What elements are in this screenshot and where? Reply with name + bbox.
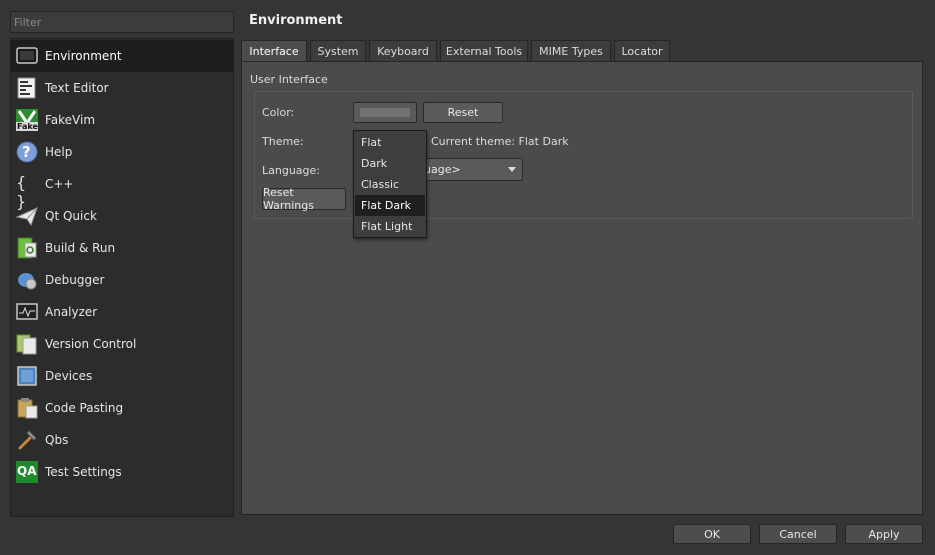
sidebar-item-label: Environment	[45, 49, 122, 63]
sidebar-item-version-control[interactable]: Version Control	[11, 328, 233, 360]
sidebar-item-fakevim[interactable]: Fake FakeVim	[11, 104, 233, 136]
chevron-down-icon	[508, 167, 516, 172]
tab-interface[interactable]: Interface	[241, 40, 307, 62]
debugger-icon	[16, 269, 38, 291]
sidebar-item-devices[interactable]: Devices	[11, 360, 233, 392]
color-picker-button[interactable]	[353, 102, 417, 123]
page-title: Environment	[249, 13, 343, 28]
sidebar-item-label: Qt Quick	[45, 209, 97, 223]
theme-label: Theme:	[262, 135, 304, 148]
build-run-icon	[16, 237, 38, 259]
theme-option-flat-light[interactable]: Flat Light	[355, 216, 425, 237]
tab-system[interactable]: System	[310, 40, 366, 62]
theme-option-flat-dark[interactable]: Flat Dark	[355, 195, 425, 216]
sidebar-item-cpp[interactable]: { } C++	[11, 168, 233, 211]
language-select-value: uage>	[424, 163, 461, 176]
ok-button[interactable]: OK	[673, 524, 751, 544]
filter-input[interactable]	[10, 11, 234, 33]
current-theme-text: Current theme: Flat Dark	[431, 135, 569, 148]
sidebar-item-label: C++	[45, 177, 74, 191]
sidebar-item-environment[interactable]: Environment	[11, 40, 233, 72]
theme-option-classic[interactable]: Classic	[355, 174, 425, 195]
sidebar-item-label: FakeVim	[45, 113, 96, 127]
sidebar-item-label: Version Control	[45, 337, 137, 351]
analyzer-icon	[16, 301, 38, 323]
hammer-icon	[16, 429, 38, 451]
code-pasting-icon	[16, 397, 38, 419]
sidebar-item-label: Devices	[45, 369, 93, 383]
sidebar-item-label: Code Pasting	[45, 401, 124, 415]
tab-keyboard[interactable]: Keyboard	[369, 40, 437, 62]
theme-option-flat[interactable]: Flat	[355, 132, 425, 153]
sidebar-item-label: Analyzer	[45, 305, 98, 319]
help-icon: ?	[16, 141, 38, 163]
qa-icon: QA	[16, 461, 38, 483]
devices-icon	[16, 365, 38, 387]
tab-external-tools[interactable]: External Tools	[440, 40, 528, 62]
group-title: User Interface	[250, 73, 328, 86]
category-sidebar: Environment Text Editor Fake FakeVim ? H…	[10, 38, 234, 517]
theme-dropdown-list: Flat Dark Classic Flat Dark Flat Light	[353, 130, 427, 238]
sidebar-item-label: Test Settings	[45, 465, 122, 479]
color-preview	[360, 108, 410, 117]
sidebar-item-help[interactable]: ? Help	[11, 136, 233, 168]
reset-color-button[interactable]: Reset	[423, 102, 503, 123]
sidebar-item-label: Help	[45, 145, 73, 159]
sidebar-item-text-editor[interactable]: Text Editor	[11, 72, 233, 104]
sidebar-item-qt-quick[interactable]: Qt Quick	[11, 200, 233, 232]
tab-mime-types[interactable]: MIME Types	[531, 40, 611, 62]
fakevim-icon: Fake	[16, 109, 38, 131]
sidebar-item-label: Debugger	[45, 273, 105, 287]
sidebar-item-build-run[interactable]: Build & Run	[11, 232, 233, 264]
language-select[interactable]: uage>	[421, 158, 523, 181]
sidebar-item-qbs[interactable]: Qbs	[11, 424, 233, 456]
sidebar-item-analyzer[interactable]: Analyzer	[11, 296, 233, 328]
version-control-icon	[16, 333, 38, 355]
paper-plane-icon	[15, 205, 38, 227]
reset-warnings-button[interactable]: Reset Warnings	[262, 186, 346, 212]
sidebar-item-code-pasting[interactable]: Code Pasting	[11, 392, 233, 424]
apply-button[interactable]: Apply	[845, 524, 923, 544]
sidebar-item-test-settings[interactable]: QA Test Settings	[11, 456, 233, 488]
theme-option-dark[interactable]: Dark	[355, 153, 425, 174]
text-editor-icon	[16, 77, 38, 99]
sidebar-item-label: Qbs	[45, 433, 69, 447]
cpp-braces-icon: { }	[16, 173, 27, 211]
monitor-icon	[16, 45, 38, 67]
sidebar-item-label: Build & Run	[45, 241, 116, 255]
language-label: Language:	[262, 164, 320, 177]
cancel-button[interactable]: Cancel	[759, 524, 837, 544]
color-label: Color:	[262, 106, 295, 119]
tab-locator[interactable]: Locator	[614, 40, 670, 62]
sidebar-item-debugger[interactable]: Debugger	[11, 264, 233, 296]
sidebar-item-label: Text Editor	[45, 81, 109, 95]
